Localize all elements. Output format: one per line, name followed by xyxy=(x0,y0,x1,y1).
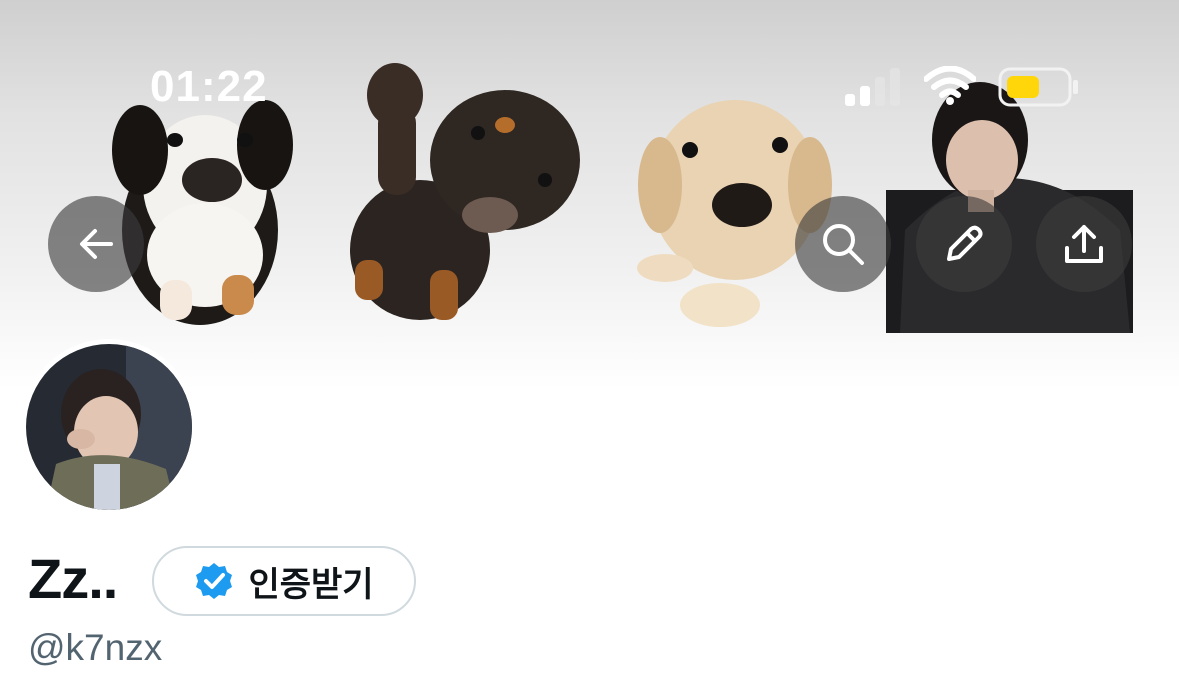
share-button[interactable] xyxy=(1036,196,1132,292)
puppy-rottweiler-illustration xyxy=(350,63,580,320)
pencil-icon xyxy=(947,225,983,261)
profile-banner[interactable]: 01:22 xyxy=(0,0,1179,390)
display-name: Zz.. xyxy=(28,547,118,610)
banner-image xyxy=(112,63,1133,333)
arrow-left-icon xyxy=(80,229,113,259)
username-handle: @k7nzx xyxy=(28,627,163,668)
get-verified-label: 인증받기 xyxy=(248,564,374,605)
status-time: 01:22 xyxy=(150,62,268,111)
battery-level xyxy=(1007,76,1039,98)
puppy-labrador-illustration xyxy=(637,100,832,327)
avatar[interactable] xyxy=(21,339,197,515)
share-upload-icon xyxy=(1065,225,1103,263)
puppy-bernese-illustration xyxy=(112,100,293,325)
edit-button[interactable] xyxy=(916,196,1012,292)
verified-badge-icon xyxy=(196,563,233,599)
wifi-icon xyxy=(924,66,976,105)
avatar-photo xyxy=(26,344,192,510)
search-icon xyxy=(823,224,864,265)
search-button[interactable] xyxy=(795,196,891,292)
battery-icon xyxy=(998,67,1078,107)
get-verified-button[interactable]: 인증받기 xyxy=(152,546,416,616)
back-button[interactable] xyxy=(48,196,144,292)
cellular-signal-icon xyxy=(845,68,900,106)
